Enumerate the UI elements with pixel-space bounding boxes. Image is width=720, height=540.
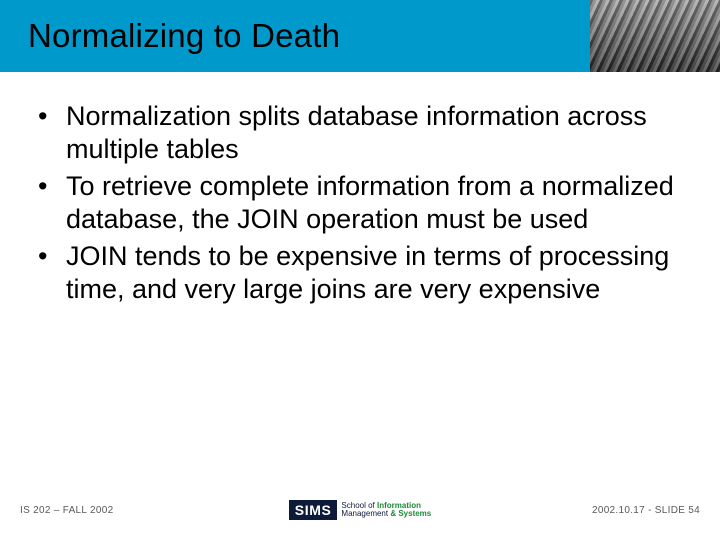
footer-logo: SIMS School of Information Management & … — [289, 500, 431, 520]
sims-logo-mark: SIMS — [289, 500, 338, 520]
title-bar: Normalizing to Death — [0, 0, 720, 72]
bullet-list: Normalization splits database informatio… — [34, 100, 686, 306]
slide-footer: IS 202 – FALL 2002 SIMS School of Inform… — [0, 498, 720, 522]
slide-body: Normalization splits database informatio… — [0, 72, 720, 306]
decorative-corner-photo — [590, 0, 720, 72]
sims-logo-text: School of Information Management & Syste… — [341, 502, 431, 518]
footer-right-text: 2002.10.17 - SLIDE 54 — [431, 505, 700, 516]
bullet-item: To retrieve complete information from a … — [34, 170, 686, 236]
bullet-item: Normalization splits database informatio… — [34, 100, 686, 166]
footer-left-text: IS 202 – FALL 2002 — [20, 505, 289, 516]
slide-title: Normalizing to Death — [0, 17, 340, 55]
bullet-item: JOIN tends to be expensive in terms of p… — [34, 240, 686, 306]
slide: Normalizing to Death Normalization split… — [0, 0, 720, 540]
sims-logo-line2: Management & Systems — [341, 510, 431, 518]
